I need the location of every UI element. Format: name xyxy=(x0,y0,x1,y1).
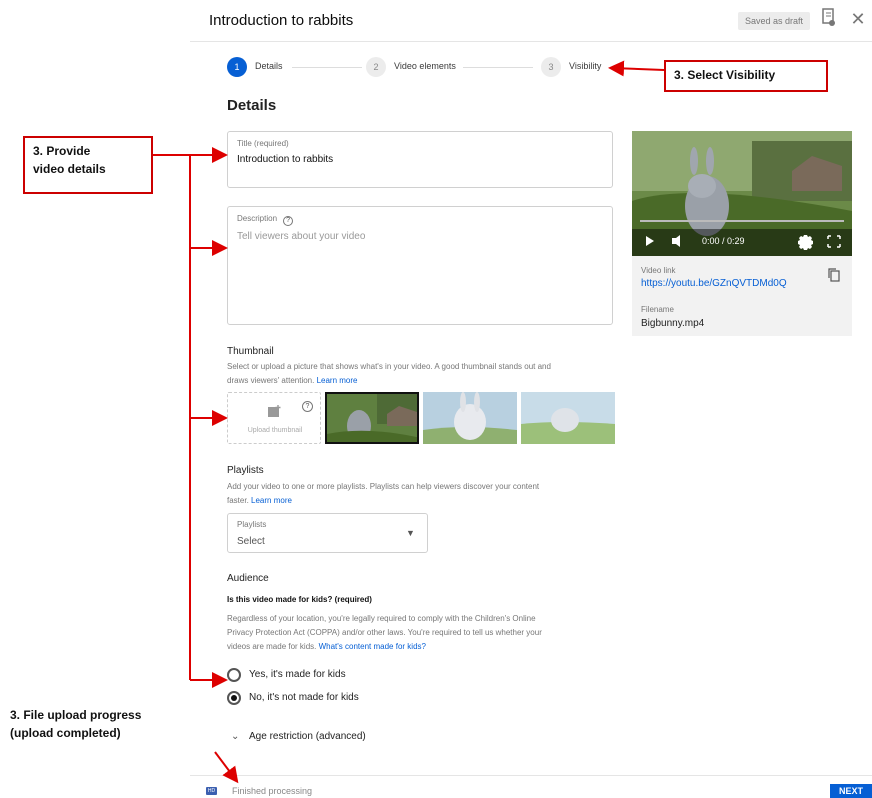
title-field-value: Introduction to rabbits xyxy=(237,154,334,165)
dialog-title: Introduction to rabbits xyxy=(209,12,354,29)
chevron-down-icon[interactable]: ⌄ xyxy=(231,731,239,742)
filename: Bigbunny.mp4 xyxy=(641,318,705,329)
age-restriction-toggle[interactable]: Age restriction (advanced) xyxy=(249,731,366,742)
step-label: Video elements xyxy=(394,61,456,71)
help-icon[interactable]: ? xyxy=(283,216,294,226)
thumbnail-option-1[interactable] xyxy=(325,392,419,444)
playlists-select-value: Select xyxy=(237,536,265,547)
audience-desc-line: videos are made for kids. What's content… xyxy=(227,640,542,654)
video-preview-panel: 0:00 / 0:29 Video link https://youtu.be/… xyxy=(632,131,852,336)
thumbnail-option-3[interactable] xyxy=(521,392,615,444)
saved-as-draft-badge: Saved as draft xyxy=(738,12,810,30)
audience-description: Regardless of your location, you're lega… xyxy=(227,612,542,654)
callout-provide-details: 3. Provide video details xyxy=(23,136,153,194)
playlists-desc-text: faster. xyxy=(227,496,249,505)
step-number: 2 xyxy=(366,57,386,77)
title-field-label: Title (required) xyxy=(237,139,289,148)
callout-text: 3. Provide xyxy=(33,144,91,158)
step-label: Visibility xyxy=(569,61,602,71)
upload-thumbnail-label: Upload thumbnail xyxy=(247,427,303,434)
audience-title: Audience xyxy=(227,573,269,584)
callout-upload-progress: 3. File upload progress (upload complete… xyxy=(0,702,208,758)
audience-desc-line: Privacy Protection Act (COPPA) and/or ot… xyxy=(227,628,542,637)
callout-text: 3. File upload progress xyxy=(10,708,142,722)
callout-text: video details xyxy=(33,162,106,176)
thumbnail-learn-more-link[interactable]: Learn more xyxy=(317,376,358,385)
video-link-label: Video link xyxy=(641,266,676,275)
playlists-learn-more-link[interactable]: Learn more xyxy=(251,496,292,505)
radio-not-made-for-kids-label[interactable]: No, it's not made for kids xyxy=(249,692,359,703)
upload-dialog: Introduction to rabbits Saved as draft ✕… xyxy=(190,0,872,798)
step-number: 3 xyxy=(541,57,561,77)
video-link[interactable]: https://youtu.be/GZnQVTDMd0Q xyxy=(641,278,787,289)
callout-text: 3. Select Visibility xyxy=(674,68,776,82)
thumbnail-image xyxy=(327,394,417,442)
thumbnail-description: Select or upload a picture that shows wh… xyxy=(227,360,551,388)
step-connector xyxy=(463,67,533,68)
step-label: Details xyxy=(255,61,283,71)
radio-made-for-kids-label[interactable]: Yes, it's made for kids xyxy=(249,669,346,680)
callout-select-visibility: 3. Select Visibility xyxy=(664,60,828,92)
upload-thumbnail-button[interactable]: ? Upload thumbnail xyxy=(227,392,321,444)
copy-icon[interactable] xyxy=(828,268,840,282)
playlists-desc-line: Add your video to one or more playlists.… xyxy=(227,482,540,491)
playlists-description: Add your video to one or more playlists.… xyxy=(227,480,539,508)
description-label-text: Description xyxy=(237,214,278,223)
kids-content-link[interactable]: What's content made for kids? xyxy=(319,642,426,651)
step-connector xyxy=(292,67,362,68)
report-icon[interactable] xyxy=(821,8,837,28)
description-field[interactable]: Description? Tell viewers about your vid… xyxy=(227,206,613,325)
audience-desc-line: Regardless of your location, you're lega… xyxy=(227,614,536,623)
step-number: 1 xyxy=(227,57,247,77)
thumbnail-desc-line: draws viewers' attention. Learn more xyxy=(227,374,551,388)
image-add-icon xyxy=(268,405,281,417)
video-time: 0:00 / 0:29 xyxy=(702,236,745,246)
video-player[interactable]: 0:00 / 0:29 xyxy=(632,131,852,256)
upload-status: Finished processing xyxy=(232,786,313,796)
details-heading: Details xyxy=(227,97,277,114)
thumbnail-image xyxy=(423,392,517,444)
description-field-label: Description? xyxy=(237,214,294,226)
callout-text: (upload completed) xyxy=(10,726,121,740)
playlists-select-label: Playlists xyxy=(237,520,267,529)
audience-desc-text: videos are made for kids. xyxy=(227,642,317,651)
title-field[interactable]: Title (required) Introduction to rabbits xyxy=(227,131,613,188)
playlists-select[interactable]: Playlists Select ▼ xyxy=(227,513,428,553)
thumbnail-desc-line: Select or upload a picture that shows wh… xyxy=(227,362,551,371)
caret-down-icon: ▼ xyxy=(406,528,415,538)
dialog-footer: HD Finished processing NEXT xyxy=(190,775,872,798)
radio-not-made-for-kids[interactable] xyxy=(227,691,241,705)
radio-made-for-kids[interactable] xyxy=(227,668,241,682)
close-icon[interactable]: ✕ xyxy=(850,10,866,28)
playlists-title: Playlists xyxy=(227,465,264,476)
thumbnail-option-2[interactable] xyxy=(423,392,517,444)
help-icon[interactable]: ? xyxy=(302,401,313,412)
hd-icon: HD xyxy=(206,787,217,795)
description-placeholder: Tell viewers about your video xyxy=(237,231,366,242)
next-button[interactable]: NEXT xyxy=(830,784,872,798)
filename-label: Filename xyxy=(641,305,674,314)
thumbnail-image xyxy=(521,392,615,444)
dialog-header: Introduction to rabbits Saved as draft ✕ xyxy=(190,0,872,42)
audience-question: Is this video made for kids? (required) xyxy=(227,595,372,604)
playlists-desc-line: faster. Learn more xyxy=(227,494,539,508)
thumbnail-desc-text: draws viewers' attention. xyxy=(227,376,315,385)
thumbnail-title: Thumbnail xyxy=(227,346,274,357)
